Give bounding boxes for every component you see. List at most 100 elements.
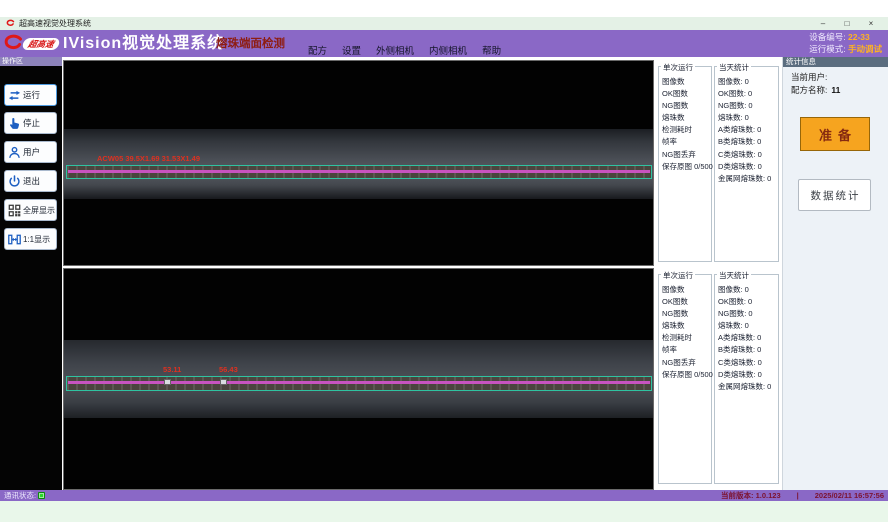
brand-badge: 超高速 [22, 38, 61, 50]
menu-item-recipe[interactable]: 配方 [308, 43, 327, 57]
stats-group-single-run: 单次运行 图像数OK图数NG图数熔珠数检测耗时帧率NG图丢弃保存原图 0/500 [658, 274, 712, 484]
maximize-button[interactable]: □ [838, 17, 856, 30]
measurement-annotation: ACW05 39.5X1.69 31.53X1.49 [97, 154, 200, 163]
minimize-button[interactable]: – [814, 17, 832, 30]
brand-swirl-icon [3, 33, 24, 54]
one-to-one-button-label: 1:1显示 [23, 234, 50, 245]
one-to-one-icon [8, 233, 21, 246]
stat-row: A类熔珠数: 0 [718, 124, 778, 136]
group-title: 单次运行 [661, 62, 695, 73]
power-icon [8, 175, 21, 188]
stat-row: 检测耗时 [662, 124, 711, 136]
group-title: 单次运行 [661, 270, 695, 281]
stat-row: D类熔珠数: 0 [718, 369, 778, 381]
stat-row: D类熔珠数: 0 [718, 161, 778, 173]
recipe-name-label: 配方名称: [791, 85, 827, 95]
stat-row: OK图数 [662, 88, 711, 100]
stat-row: B类熔珠数: 0 [718, 344, 778, 356]
fullscreen-button-label: 全屏显示 [23, 205, 55, 216]
defect-marker [164, 379, 171, 385]
stat-row: 保存原图 0/500 [662, 369, 711, 381]
separator: | [797, 491, 799, 500]
user-button-label: 用户 [23, 146, 40, 158]
header-info: 设备编号: 22-33 运行模式: 手动调试 [809, 32, 882, 55]
menu-item-inner-camera[interactable]: 内侧相机 [429, 43, 467, 57]
menu-item-settings[interactable]: 设置 [342, 43, 361, 57]
app-logo-icon [6, 19, 15, 28]
stat-row: 金属网熔珠数: 0 [718, 381, 778, 393]
app-subtitle: 熔珠端面检测 [216, 30, 285, 57]
fullscreen-grid-icon [8, 204, 21, 217]
stat-row: 金属网熔珠数: 0 [718, 173, 778, 185]
current-user-label: 当前用户: [791, 71, 827, 83]
datetime-value: 2025/02/11 16:57:56 [815, 491, 884, 500]
stat-row: 图像数 [662, 76, 711, 88]
menu-item-help[interactable]: 帮助 [482, 43, 501, 57]
camera-view-bottom[interactable]: 53.11 56.43 [63, 268, 654, 490]
stat-row: 熔珠数 [662, 112, 711, 124]
info-panel-title: 统计信息 [783, 57, 888, 67]
stat-row: NG图数: 0 [718, 308, 778, 320]
prepare-button[interactable]: 准备 [800, 117, 870, 151]
group-title: 当天统计 [717, 270, 751, 281]
version-area: 当前版本: 1.0.123 | 2025/02/11 16:57:56 [721, 490, 884, 501]
stat-row: 帧率 [662, 344, 711, 356]
stats-panel-bottom: 单次运行 图像数OK图数NG图数熔珠数检测耗时帧率NG图丢弃保存原图 0/500… [657, 268, 780, 488]
stat-row: C类熔珠数: 0 [718, 149, 778, 161]
fullscreen-button[interactable]: 全屏显示 [4, 199, 57, 221]
info-panel: 统计信息 当前用户: 配方名称:11 准备 数据统计 [782, 57, 888, 490]
stats-group-today: 当天统计 图像数: 0OK图数: 0NG图数: 0熔珠数: 0A类熔珠数: 0B… [714, 66, 779, 262]
stat-row: 图像数: 0 [718, 284, 778, 296]
stat-row: OK图数 [662, 296, 711, 308]
device-no-value: 22-33 [848, 32, 870, 42]
exit-button[interactable]: 退出 [4, 170, 57, 192]
defect-marker [220, 379, 227, 385]
footer-strip [0, 501, 888, 522]
app-header: 超高速 IVision视觉处理系统 熔珠端面检测 配方 设置 外侧相机 内侧相机… [0, 30, 888, 57]
stat-row: 保存原图 0/500 [662, 161, 711, 173]
stat-row: NG图数 [662, 308, 711, 320]
main-menu: 配方 设置 外侧相机 内侧相机 帮助 [308, 30, 501, 62]
run-button[interactable]: 运行 [4, 84, 57, 106]
stats-panel-top: 单次运行 图像数OK图数NG图数熔珠数检测耗时帧率NG图丢弃保存原图 0/500… [657, 60, 780, 266]
user-button[interactable]: 用户 [4, 141, 57, 163]
stat-row: 熔珠数: 0 [718, 112, 778, 124]
close-button[interactable]: × [862, 17, 880, 30]
one-to-one-button[interactable]: 1:1显示 [4, 228, 57, 250]
bead-line [68, 381, 650, 384]
sidebar-title: 操作区 [0, 57, 62, 66]
bead-line [68, 170, 650, 173]
detection-rect [66, 165, 652, 179]
comm-status-label: 通讯状态: [4, 490, 36, 501]
user-icon [8, 146, 21, 159]
run-mode-label: 运行模式: [809, 44, 845, 54]
version-value: 当前版本: 1.0.123 [721, 490, 781, 501]
run-arrows-icon [8, 89, 21, 102]
comm-status-indicator [38, 492, 45, 499]
stat-row: C类熔珠数: 0 [718, 357, 778, 369]
defect-label: 53.11 [163, 365, 181, 374]
stats-group-today: 当天统计 图像数: 0OK图数: 0NG图数: 0熔珠数: 0A类熔珠数: 0B… [714, 274, 779, 484]
detection-rect [66, 376, 652, 391]
window-titlebar: 超高速视觉处理系统 – □ × [0, 17, 888, 30]
camera-view-top[interactable]: ACW05 39.5X1.69 31.53X1.49 [63, 60, 654, 266]
stop-button-label: 停止 [23, 117, 40, 129]
stat-row: OK图数: 0 [718, 88, 778, 100]
menu-item-outer-camera[interactable]: 外侧相机 [376, 43, 414, 57]
camera-image-band [64, 129, 653, 199]
defect-label: 56.43 [219, 365, 238, 374]
stat-row: 熔珠数: 0 [718, 320, 778, 332]
stat-row: NG图数: 0 [718, 100, 778, 112]
data-stats-button[interactable]: 数据统计 [798, 179, 871, 211]
stat-row: 熔珠数 [662, 320, 711, 332]
stat-row: NG图数 [662, 100, 711, 112]
stat-row: A类熔珠数: 0 [718, 332, 778, 344]
app-title: IVision视觉处理系统 [63, 30, 224, 57]
stat-row: 图像数 [662, 284, 711, 296]
stat-row: B类熔珠数: 0 [718, 136, 778, 148]
status-bar: 通讯状态: 当前版本: 1.0.123 | 2025/02/11 16:57:5… [0, 490, 888, 501]
stat-row: NG图丢弃 [662, 357, 711, 369]
run-button-label: 运行 [23, 89, 40, 101]
stats-group-single-run: 单次运行 图像数OK图数NG图数熔珠数检测耗时帧率NG图丢弃保存原图 0/500 [658, 66, 712, 262]
stop-button[interactable]: 停止 [4, 112, 57, 134]
